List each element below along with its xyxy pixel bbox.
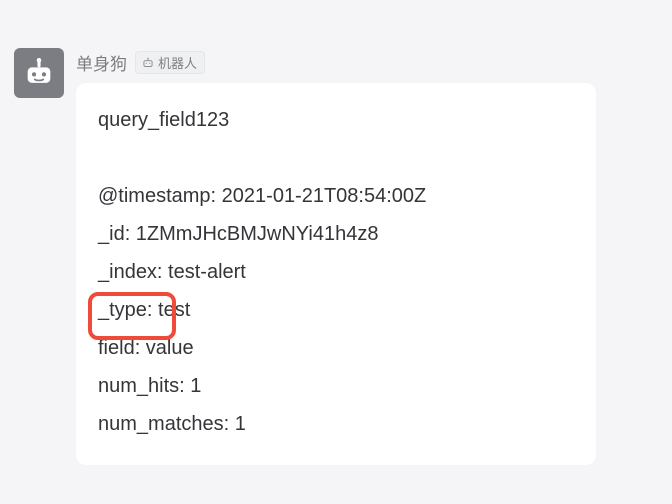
bot-tag-icon: [141, 56, 155, 70]
message-line: _index: test-alert: [98, 253, 574, 291]
message-title: query_field123: [98, 101, 574, 139]
message-line: _id: 1ZMmJHcBMJwNYi41h4z8: [98, 215, 574, 253]
sender-name: 单身狗: [76, 50, 127, 75]
avatar[interactable]: [14, 48, 64, 98]
message-line: _type: test: [98, 291, 574, 329]
bot-tag: 机器人: [135, 51, 205, 74]
message-line: @timestamp: 2021-01-21T08:54:00Z: [98, 177, 574, 215]
message-line: num_hits: 1: [98, 367, 574, 405]
message-content: 单身狗 机器人 query_field123 @timestamp: 2021-…: [76, 48, 658, 465]
message-header: 单身狗 机器人: [76, 48, 658, 75]
message-line: num_matches: 1: [98, 405, 574, 443]
chat-message: 单身狗 机器人 query_field123 @timestamp: 2021-…: [14, 48, 658, 465]
bot-tag-label: 机器人: [158, 53, 197, 72]
message-line: field: value: [98, 329, 574, 367]
blank-line: [98, 139, 574, 177]
robot-icon: [22, 56, 56, 90]
message-bubble[interactable]: query_field123 @timestamp: 2021-01-21T08…: [76, 83, 596, 465]
